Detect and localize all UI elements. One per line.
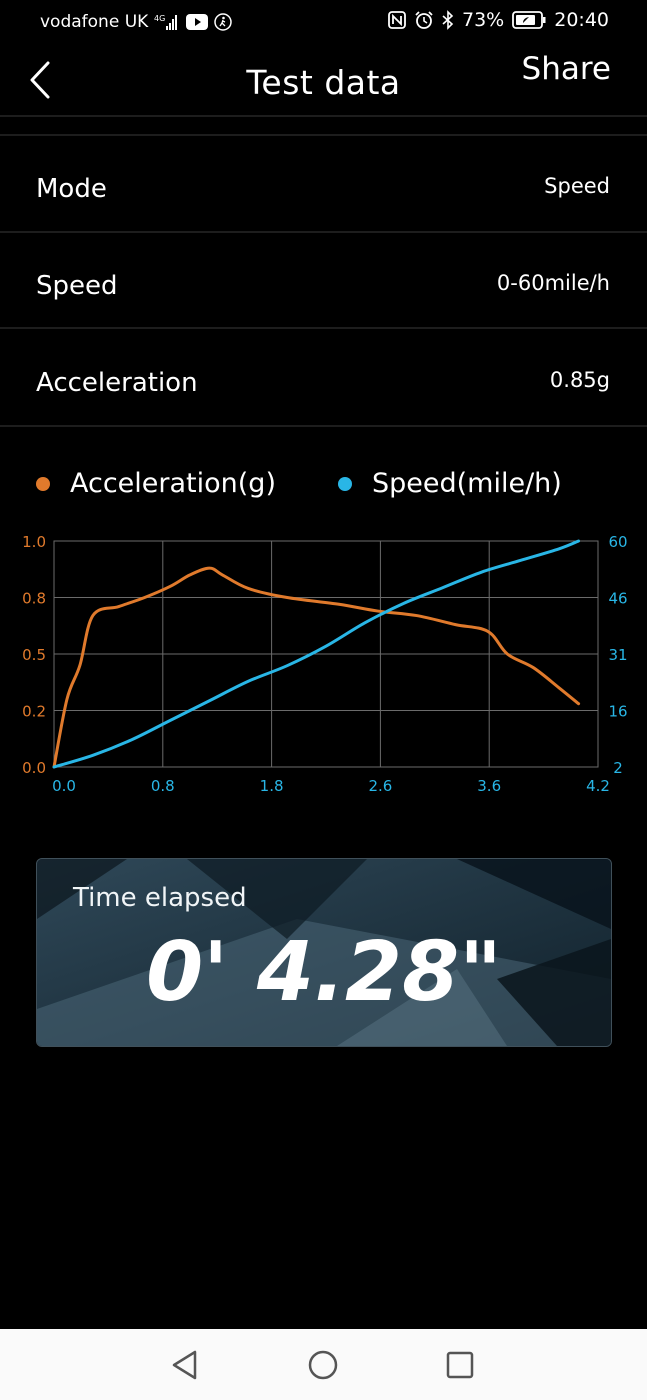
- app-header: Test data Share: [0, 46, 647, 116]
- x-tick-label: 3.6: [477, 777, 501, 795]
- nav-home-button[interactable]: [305, 1347, 341, 1383]
- divider: [0, 327, 647, 329]
- x-tick-label: 0.0: [52, 777, 76, 795]
- triangle-back-icon: [172, 1350, 197, 1380]
- x-tick-label: 2.6: [368, 777, 392, 795]
- y-left-tick-label: 0.8: [22, 590, 46, 608]
- circle-home-icon: [308, 1350, 338, 1380]
- row-value: Speed: [544, 174, 610, 198]
- square-recents-icon: [446, 1351, 474, 1379]
- system-nav-bar: [0, 1329, 647, 1400]
- divider: [0, 115, 647, 117]
- status-left: vodafone UK 4G: [40, 12, 233, 32]
- youtube-icon: [186, 14, 209, 30]
- chart-svg: 0.0 0.8 1.8 2.6 3.6 4.2 0.0 2 0.2 16 0.5 31 0.8 46 1.0…: [22, 533, 627, 795]
- x-tick-label: 0.8: [151, 777, 175, 795]
- walk-icon: [214, 13, 233, 31]
- x-tick-label: 4.2: [586, 777, 610, 795]
- y-right-tick-label: 16: [608, 703, 627, 721]
- legend-speed: Speed(mile/h): [338, 468, 562, 499]
- speed-dot-icon: [338, 476, 352, 491]
- nav-back-button[interactable]: [168, 1347, 204, 1383]
- signal-icon: 4G: [154, 13, 180, 31]
- share-button[interactable]: Share: [522, 51, 611, 87]
- legend-label: Acceleration(g): [70, 468, 276, 499]
- info-row-mode: Mode Speed: [0, 136, 647, 232]
- y-left-tick-label: 0.2: [22, 703, 46, 721]
- x-tick-label: 1.8: [260, 777, 284, 795]
- alarm-icon: [414, 10, 434, 30]
- status-bar: vodafone UK 4G 73% 20:40: [0, 0, 647, 46]
- battery-percent: 73%: [462, 9, 505, 31]
- legend-label: Speed(mile/h): [372, 468, 562, 499]
- info-row-speed: Speed 0-60mile/h: [0, 233, 647, 329]
- acceleration-dot-icon: [36, 476, 50, 491]
- chart: 0.0 0.8 1.8 2.6 3.6 4.2 0.0 2 0.2 16 0.5 31 0.8 46 1.0…: [0, 520, 647, 810]
- row-label: Mode: [36, 174, 107, 204]
- timer-value: 0' 4.28": [146, 925, 502, 1020]
- y-right-tick-label: 60: [608, 533, 627, 551]
- y-left-tick-label: 0.5: [22, 646, 46, 664]
- timer-label: Time elapsed: [73, 883, 247, 913]
- y-left-tick-label: 0.0: [22, 759, 46, 777]
- divider: [0, 425, 647, 427]
- network-type: 4G: [154, 14, 165, 23]
- carrier-label: vodafone UK: [40, 12, 149, 32]
- y-right-tick-label: 46: [608, 590, 627, 608]
- battery-icon: [512, 11, 546, 29]
- chart-legend: Acceleration(g) Speed(mile/h): [0, 468, 647, 508]
- row-label: Acceleration: [36, 368, 198, 398]
- nfc-icon: [388, 11, 406, 29]
- row-label: Speed: [36, 271, 118, 301]
- legend-acceleration: Acceleration(g): [36, 468, 276, 499]
- info-row-acceleration: Acceleration 0.85g: [0, 330, 647, 426]
- nav-recents-button[interactable]: [442, 1347, 478, 1383]
- bluetooth-icon: [442, 10, 454, 30]
- status-right: 73% 20:40: [388, 9, 609, 31]
- row-value: 0-60mile/h: [496, 271, 610, 295]
- y-right-tick-label: 31: [608, 646, 627, 664]
- row-value: 0.85g: [549, 368, 610, 392]
- clock-time: 20:40: [554, 9, 609, 31]
- y-left-tick-label: 1.0: [22, 533, 46, 551]
- y-right-tick-label: 2: [613, 759, 623, 777]
- timer-card: Time elapsed 0' 4.28": [36, 858, 612, 1047]
